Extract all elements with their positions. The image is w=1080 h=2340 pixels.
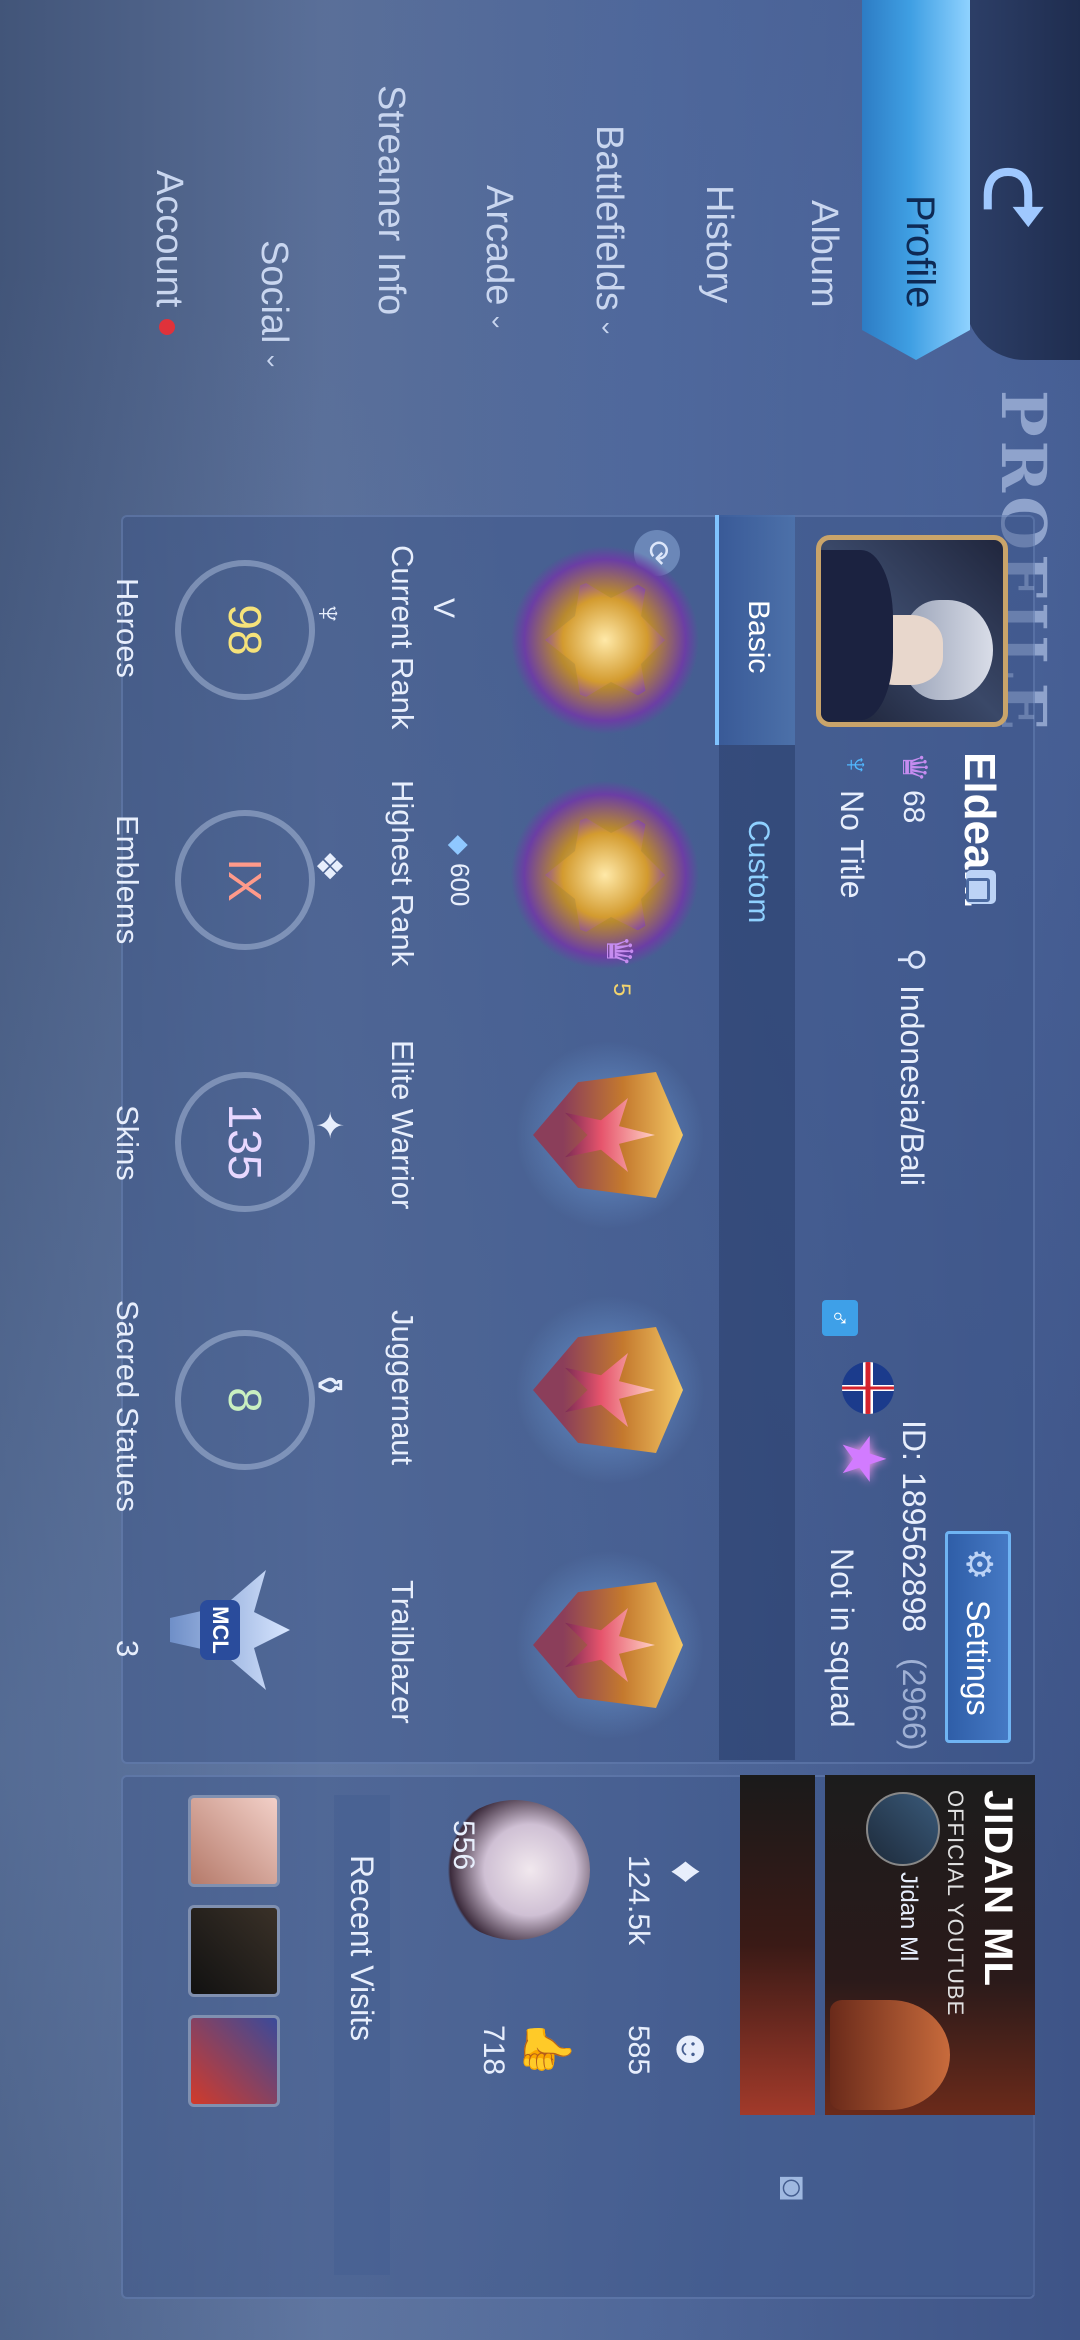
back-button[interactable]: ⮌	[965, 0, 1080, 360]
likes-icon: ♦	[662, 1860, 714, 1884]
juggernaut-badge[interactable]	[515, 1295, 705, 1485]
avatar[interactable]	[816, 535, 1008, 727]
banner-title: JIDAN ML	[976, 1790, 1020, 1987]
camera-icon[interactable]: ◙	[770, 2176, 815, 2200]
tab-label: Custom	[742, 820, 775, 924]
title-icon: ♆	[837, 752, 875, 778]
album-preview[interactable]	[740, 2115, 1035, 2295]
settings-button[interactable]: ⚙ Settings	[945, 1531, 1011, 1743]
player-location: Indonesia/Bali	[894, 985, 930, 1187]
followers-count[interactable]: 585	[621, 2025, 655, 2075]
settings-label: Settings	[960, 1600, 996, 1716]
recent-visits-label: Recent Visits	[344, 1855, 380, 2042]
video-thumbnail[interactable]	[740, 1775, 815, 2115]
skins-icon: ✦	[309, 1110, 350, 1141]
nav-item-label: Arcade	[478, 185, 520, 306]
nav-item-label: Profile	[898, 195, 942, 309]
nav-item-label: Album	[803, 200, 845, 308]
current-rank-emblem[interactable]	[510, 545, 700, 735]
tab-custom[interactable]: Custom	[719, 745, 795, 975]
likes-count: 124.5k	[622, 1855, 655, 1946]
tab-label: Basic	[742, 600, 775, 674]
id-label: ID:	[896, 1420, 932, 1461]
mcl-count: 3	[110, 1640, 145, 1658]
nav-item-label: Account	[148, 170, 190, 308]
skins-count[interactable]: 135	[175, 1072, 315, 1212]
nav-item-label: Battlefields	[588, 125, 630, 311]
location-pin-icon: ⚲	[895, 948, 931, 972]
thumbs-up-count: 718	[477, 2025, 510, 2076]
player-id-server: (2966)	[896, 1658, 932, 1751]
heroes-count[interactable]: 98	[175, 560, 315, 700]
nav-item-streamer-info[interactable]: Streamer Info	[369, 85, 412, 315]
followers-icon: ☻	[667, 2025, 719, 2074]
nav-item-profile[interactable]: Profile	[862, 0, 970, 360]
highest-rank-label: Highest Rank	[385, 780, 420, 967]
player-level: 68	[897, 790, 930, 824]
pet-count: 556	[447, 1820, 480, 1871]
chevron-down-icon: ›	[491, 309, 500, 340]
mcl-trophy-icon[interactable]: MCL	[140, 1540, 320, 1720]
avatar-coat	[816, 550, 893, 720]
nav-item-social[interactable]: Social›	[252, 240, 295, 377]
male-gender-icon: ♂	[822, 1300, 858, 1336]
uk-flag-icon[interactable]	[842, 1362, 894, 1414]
emblems-level[interactable]: IX	[175, 810, 315, 950]
star-rank-icon: ♛	[599, 935, 640, 968]
juggernaut-label: Juggernaut	[385, 1310, 420, 1466]
trailblazer-label: Trailblazer	[385, 1580, 420, 1724]
current-rank-label: Current Rank	[385, 545, 420, 730]
recent-visitor-avatar[interactable]	[188, 2015, 280, 2107]
star-badge-icon[interactable]: ★	[828, 1432, 898, 1486]
emblems-icon: ❖	[309, 850, 350, 883]
emblems-label: Emblems	[110, 815, 145, 945]
notification-dot	[159, 319, 176, 336]
player-title[interactable]: No Title	[833, 790, 870, 898]
recent-visitor-avatar[interactable]	[188, 1795, 280, 1887]
banner-subtitle: OFFICIAL YOUTUBE	[943, 1790, 968, 2017]
profile-screen: ⮌ PROFILE Profile Album History Battlefi…	[0, 0, 1080, 2340]
chevron-down-icon: ›	[266, 347, 275, 378]
sacred-statues-label: Sacred Statues	[110, 1300, 145, 1512]
sacred-statues-count[interactable]: 8	[175, 1330, 315, 1470]
player-id: 189562898	[896, 1472, 932, 1633]
nav-item-album[interactable]: Album	[802, 200, 845, 308]
heroes-icon: ♆	[309, 600, 350, 627]
squad-status: Not in squad	[824, 1548, 860, 1728]
heroes-label: Heroes	[110, 578, 145, 678]
gear-icon: ⚙	[959, 1548, 1000, 1581]
nav-item-label: Social	[253, 240, 295, 344]
trailblazer-badge[interactable]	[515, 1550, 705, 1740]
copy-icon[interactable]	[966, 870, 996, 904]
nav-item-label: Streamer Info	[370, 85, 412, 316]
highest-rank-stars: 5	[608, 983, 635, 997]
banner-character-image	[830, 2000, 950, 2110]
elite-warrior-badge[interactable]	[515, 1040, 705, 1230]
highest-rank-points: 600	[445, 863, 475, 907]
channel-name: Jidan Ml	[895, 1872, 922, 1962]
recent-visits-header: Recent Visits	[334, 1795, 390, 2275]
nav-item-battlefields[interactable]: Battlefields›	[587, 125, 630, 345]
channel-avatar	[866, 1792, 940, 1866]
level-badge-icon: ♛	[895, 752, 933, 783]
nav-item-arcade[interactable]: Arcade›	[477, 185, 520, 339]
nav-item-label: History	[698, 185, 740, 304]
nav-item-history[interactable]: History	[697, 185, 740, 303]
recent-visitor-avatar[interactable]	[188, 1905, 280, 1997]
sacred-statues-icon: ⚱	[309, 1370, 350, 1401]
tab-basic[interactable]: Basic	[715, 515, 795, 745]
thumbs-up-icon: 👍	[522, 2020, 574, 2078]
nav-item-account[interactable]: Account	[147, 170, 190, 336]
diamond-icon: ◆	[445, 835, 475, 855]
skins-label: Skins	[110, 1105, 145, 1181]
elite-warrior-label: Elite Warrior	[385, 1040, 420, 1210]
chevron-down-icon: ›	[601, 314, 610, 345]
mcl-text: MCL	[200, 1600, 240, 1660]
current-rank-tier: V	[427, 598, 460, 619]
